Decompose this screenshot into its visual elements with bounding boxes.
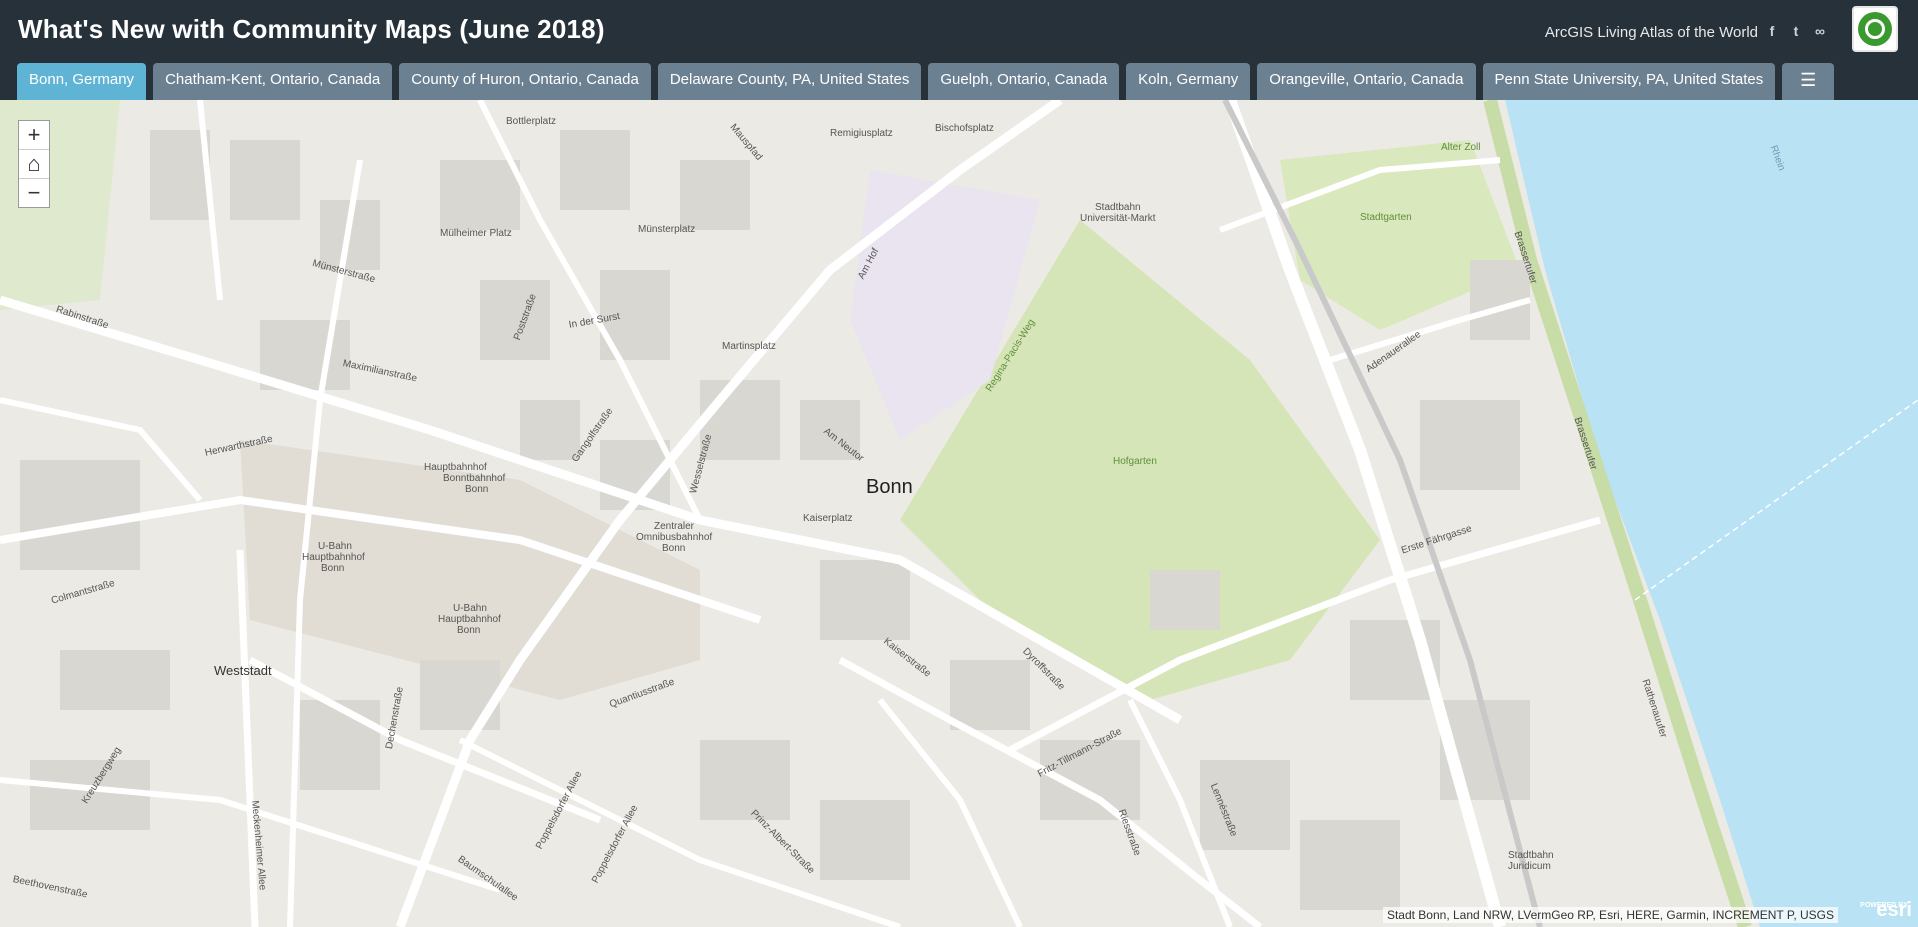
station-label: Stadtbahn <box>1508 850 1554 861</box>
social-links: f t ∞ <box>1764 22 1828 40</box>
place-label: Martinsplatz <box>722 341 776 352</box>
station-label: Zentraler <box>654 521 695 532</box>
living-atlas-logo[interactable] <box>1852 6 1898 52</box>
station-label: Universität-Markt <box>1080 213 1156 224</box>
twitter-icon[interactable]: t <box>1788 22 1804 40</box>
place-label: Bischofsplatz <box>935 123 994 134</box>
station-label: Stadtbahn <box>1095 202 1141 213</box>
tab-county-of-huron[interactable]: County of Huron, Ontario, Canada <box>399 63 651 100</box>
home-button[interactable]: ⌂ <box>19 150 49 179</box>
station-label: Omnibusbahnhof <box>636 532 713 543</box>
station-label: Hauptbahnhof <box>424 462 487 473</box>
park-label: Alter Zoll <box>1441 142 1481 153</box>
place-label: Remigiusplatz <box>830 128 893 139</box>
park-label: Hofgarten <box>1113 456 1157 467</box>
esri-logo[interactable]: POWERED BY esri <box>1850 895 1912 923</box>
station-label: Bonn <box>662 543 686 554</box>
tab-koln[interactable]: Koln, Germany <box>1126 63 1251 100</box>
globe-icon <box>1858 12 1892 46</box>
place-label: Mülheimer Platz <box>440 228 512 239</box>
place-label: Münsterplatz <box>638 224 696 235</box>
zoom-control: + ⌂ − <box>18 120 50 208</box>
city-label: Bonn <box>866 476 913 498</box>
tab-penn-state[interactable]: Penn State University, PA, United States <box>1482 63 1776 100</box>
tab-chatham-kent[interactable]: Chatham-Kent, Ontario, Canada <box>153 63 393 100</box>
map-view[interactable]: Bonn Weststadt Bottlerplatz Remigiusplat… <box>0 100 1918 927</box>
basemap <box>0 100 1918 927</box>
tab-delaware-county[interactable]: Delaware County, PA, United States <box>657 63 922 100</box>
zoom-out-button[interactable]: − <box>19 179 49 207</box>
tab-guelph[interactable]: Guelph, Ontario, Canada <box>928 63 1120 100</box>
app-header: What's New with Community Maps (June 201… <box>0 0 1918 100</box>
powered-by-label: POWERED BY <box>1860 902 1908 909</box>
district-label: Weststadt <box>214 663 272 678</box>
living-atlas-link[interactable]: ArcGIS Living Atlas of the World <box>1545 24 1758 41</box>
station-label: U-Bahn <box>453 603 487 614</box>
tab-orangeville[interactable]: Orangeville, Ontario, Canada <box>1257 63 1476 100</box>
facebook-icon[interactable]: f <box>1764 22 1780 40</box>
park-label: Stadtgarten <box>1360 212 1412 223</box>
link-icon[interactable]: ∞ <box>1812 22 1828 40</box>
tab-bonn[interactable]: Bonn, Germany <box>17 63 147 100</box>
station-label: Bonn <box>465 484 489 495</box>
menu-icon[interactable]: ☰ <box>1782 63 1835 100</box>
station-label: U-Bahn <box>318 541 352 552</box>
place-label: Bottlerplatz <box>506 116 557 127</box>
page-title: What's New with Community Maps (June 201… <box>18 14 605 44</box>
location-tabs: Bonn, Germany Chatham-Kent, Ontario, Can… <box>17 63 1835 100</box>
map-attribution: Stadt Bonn, Land NRW, LVermGeo RP, Esri,… <box>1382 907 1838 923</box>
zoom-in-button[interactable]: + <box>19 121 49 150</box>
station-label: Bonn <box>321 563 345 574</box>
station-label: Juridicum <box>1508 861 1551 872</box>
station-label: Bonn <box>457 625 481 636</box>
place-label: Kaiserplatz <box>803 513 853 524</box>
station-label: Bonntbahnhof <box>443 473 506 484</box>
station-label: Hauptbahnhof <box>302 552 365 563</box>
station-label: Hauptbahnhof <box>438 614 501 625</box>
